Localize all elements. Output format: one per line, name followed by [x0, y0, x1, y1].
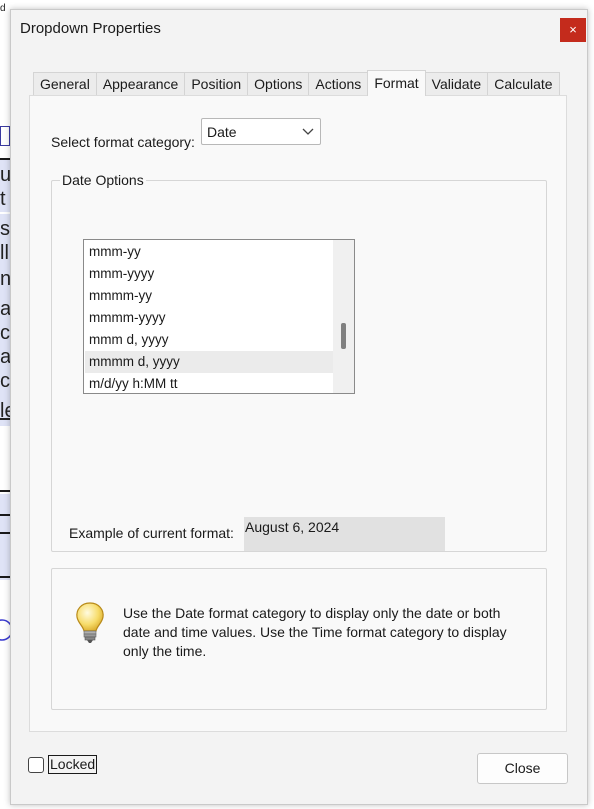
tip-text: Use the Date format category to display … — [123, 605, 507, 659]
tip-box: Use the Date format category to display … — [51, 568, 547, 710]
tab-position[interactable]: Position — [184, 72, 249, 96]
list-item[interactable]: mmmm-yy — [85, 285, 333, 307]
bg-text-fragment: t — [0, 188, 6, 210]
date-format-list[interactable]: mmm-yy mmm-yyyy mmmm-yy mmmm-yyyy mmm d,… — [83, 239, 355, 394]
dropdown-properties-dialog: Dropdown Properties × General Appearance… — [10, 9, 588, 805]
format-category-value: Date — [207, 124, 237, 140]
tab-calculate[interactable]: Calculate — [487, 72, 560, 96]
tab-format[interactable]: Format — [367, 70, 426, 96]
list-item[interactable]: mmm d, yyyy — [85, 329, 333, 351]
close-button[interactable]: Close — [477, 753, 568, 784]
format-panel: Select format category: Date Date Option… — [29, 95, 567, 732]
list-scrollbar[interactable] — [333, 240, 354, 393]
format-category-select[interactable]: Date — [201, 118, 321, 145]
example-format-label: Example of current format: — [69, 525, 234, 541]
bg-text-fragment: s — [0, 218, 10, 240]
lightbulb-icon — [75, 601, 105, 645]
tab-validate[interactable]: Validate — [424, 72, 489, 96]
scrollbar-thumb[interactable] — [341, 323, 346, 349]
date-options-group: Date Options mmm-yy mmm-yyyy mmmm-yy mmm… — [51, 172, 547, 552]
close-icon[interactable]: × — [560, 18, 586, 42]
list-item[interactable]: m/d/yy h:MM tt — [85, 373, 333, 393]
locked-checkbox[interactable] — [28, 756, 44, 773]
tab-options[interactable]: Options — [247, 72, 310, 96]
list-item[interactable]: mmm-yyyy — [85, 263, 333, 285]
bg-text-fragment: c — [0, 322, 10, 344]
tab-appearance[interactable]: Appearance — [95, 72, 186, 96]
list-item-selected[interactable]: mmmm d, yyyy — [85, 351, 333, 373]
example-format-value: August 6, 2024 — [244, 517, 445, 551]
chevron-down-icon — [302, 123, 314, 142]
bg-block — [0, 126, 10, 146]
list-item[interactable]: mmm-yy — [85, 241, 333, 263]
tab-actions[interactable]: Actions — [308, 72, 369, 96]
locked-checkbox-row[interactable]: Locked — [28, 755, 98, 774]
list-item[interactable]: mmmm-yyyy — [85, 307, 333, 329]
date-options-legend: Date Options — [60, 172, 146, 188]
tab-general[interactable]: General — [33, 72, 97, 96]
bg-text-fragment: d — [0, 3, 6, 14]
tab-bar: General Appearance Position Options Acti… — [33, 70, 560, 96]
locked-label[interactable]: Locked — [48, 755, 98, 774]
format-category-label: Select format category: — [51, 134, 195, 150]
dialog-title: Dropdown Properties — [20, 20, 161, 37]
